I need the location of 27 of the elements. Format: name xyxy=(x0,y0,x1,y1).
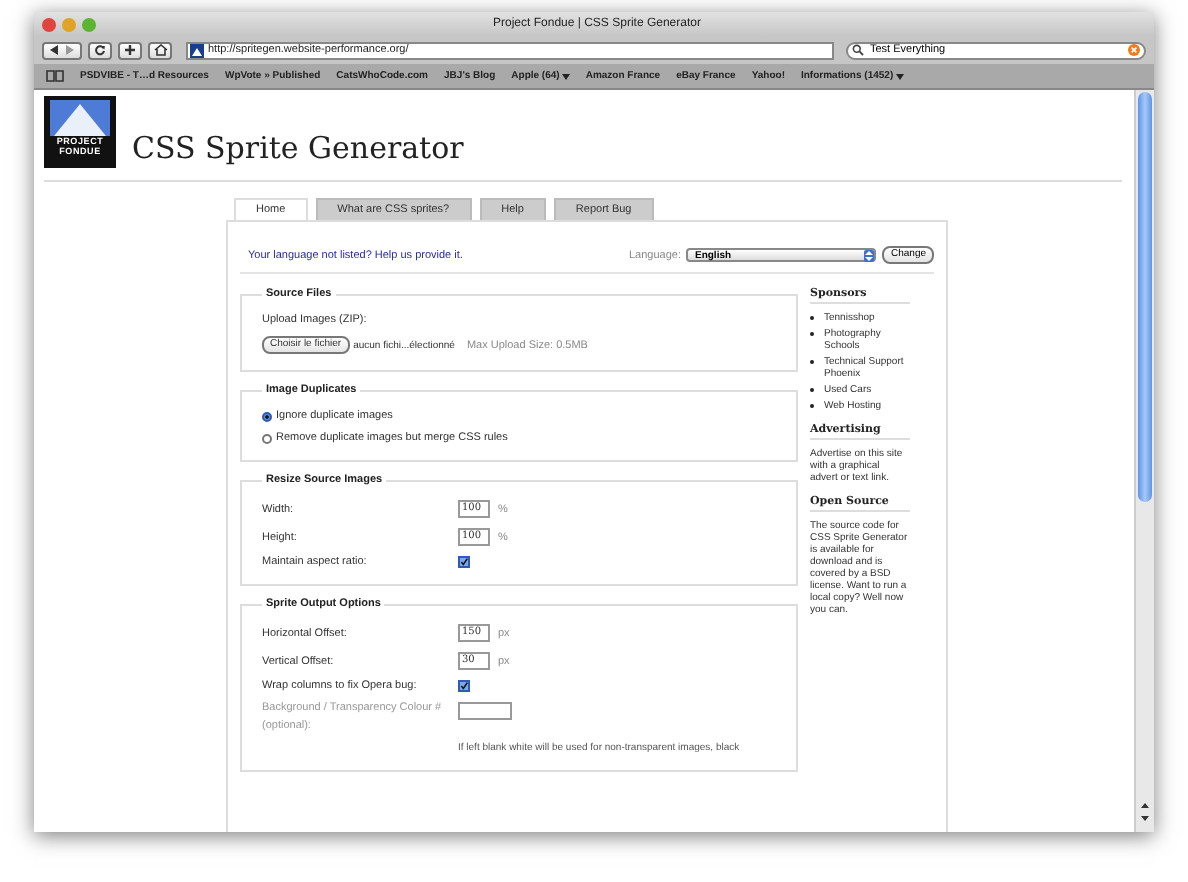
checkbox[interactable] xyxy=(458,556,470,568)
home-icon xyxy=(153,44,167,56)
colour-field[interactable] xyxy=(458,702,512,720)
back-icon xyxy=(48,44,60,56)
caret-icon xyxy=(895,73,904,79)
book-icon[interactable] xyxy=(46,70,64,82)
checkbox[interactable] xyxy=(458,680,470,692)
home-button[interactable] xyxy=(148,41,172,59)
scroll-thumb[interactable] xyxy=(1138,92,1152,502)
add-bookmark-button[interactable] xyxy=(118,41,142,59)
forward-icon xyxy=(64,44,76,56)
search-icon xyxy=(852,44,864,56)
caret-icon xyxy=(561,73,570,79)
back-forward-button[interactable] xyxy=(42,41,82,59)
scroll-arrows-icon[interactable] xyxy=(1138,800,1152,824)
scrollbar[interactable] xyxy=(1134,90,1154,832)
close-button[interactable] xyxy=(42,17,56,31)
reload-button[interactable] xyxy=(88,41,112,59)
page-title: CSS Sprite Generator xyxy=(132,132,464,164)
site-icon xyxy=(190,43,204,57)
radio-button[interactable] xyxy=(262,433,272,443)
radio-button[interactable] xyxy=(262,411,272,421)
plus-icon xyxy=(124,44,136,56)
reload-icon xyxy=(94,44,106,56)
clear-icon[interactable] xyxy=(1128,44,1140,56)
mountain-icon xyxy=(50,100,110,136)
updown-icon xyxy=(864,249,875,261)
